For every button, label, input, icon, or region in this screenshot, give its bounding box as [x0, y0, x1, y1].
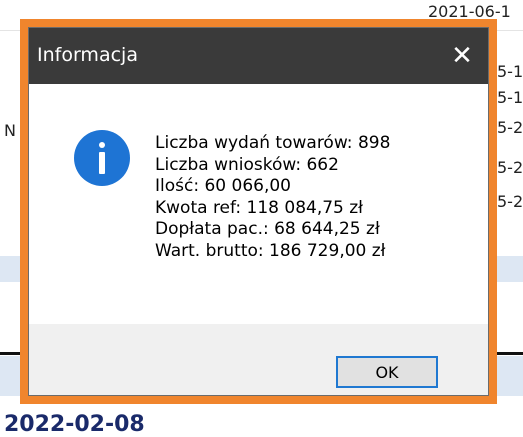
bg-cell: N [4, 121, 16, 140]
bg-date: 2022-02-08 [4, 412, 145, 437]
close-icon: ✕ [451, 41, 473, 71]
bg-cell: 5-1 [497, 88, 523, 107]
info-dialog: Informacja ✕ Liczba wydań towarów: 898 L… [28, 27, 489, 396]
message-line: Dopłata pac.: 68 644,25 zł [155, 219, 380, 239]
bg-cell: 5-2 [497, 158, 523, 177]
info-icon [74, 130, 130, 186]
close-button[interactable]: ✕ [436, 28, 488, 84]
message-line: Wart. brutto: 186 729,00 zł [155, 240, 386, 261]
ok-button[interactable]: OK [336, 356, 438, 388]
bg-cell: 5-1 [497, 62, 523, 81]
dialog-title: Informacja [37, 44, 138, 66]
message-line: Ilość: 60 066,00 [155, 176, 291, 196]
message-line: Liczba wniosków: 662 [155, 154, 339, 175]
dialog-footer: OK [29, 324, 488, 395]
bg-cell: 5-2 [497, 118, 523, 137]
message-line: Liczba wydań towarów: 898 [155, 133, 391, 153]
message-line: Kwota ref: 118 084,75 zł [155, 197, 364, 218]
dialog-content: Liczba wydań towarów: 898 Liczba wnioskó… [29, 84, 488, 324]
dialog-titlebar[interactable]: Informacja ✕ [29, 28, 488, 84]
bg-cell: 5-2 [497, 192, 523, 211]
message-text: Liczba wydań towarów: 898 Liczba wnioskó… [155, 133, 390, 262]
